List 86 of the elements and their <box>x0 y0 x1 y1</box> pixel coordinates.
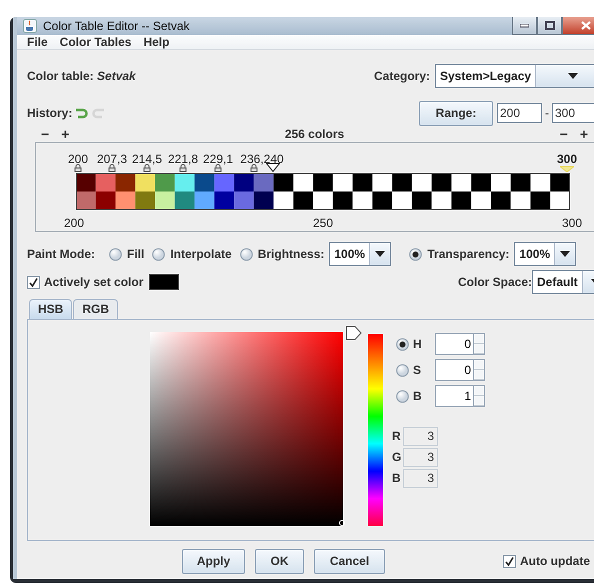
axis-label: 250 <box>312 216 334 230</box>
checkbox-label[interactable]: Auto update <box>520 554 590 568</box>
number-field[interactable]: 1 <box>435 385 473 407</box>
radio-button[interactable] <box>396 338 409 350</box>
radio-button[interactable] <box>240 248 253 260</box>
close-icon <box>581 21 591 30</box>
menu-item[interactable]: Color Tables <box>54 35 138 49</box>
lock-icon[interactable] <box>180 164 186 172</box>
dropdown-arrow-icon <box>375 251 386 257</box>
checkbox[interactable] <box>503 554 516 568</box>
readout-field: 3 <box>403 468 438 488</box>
history-label: History: <box>27 106 72 120</box>
tab[interactable]: RGB <box>73 299 118 319</box>
radio-label[interactable]: Brightness: <box>258 247 324 261</box>
lock-icon[interactable] <box>144 164 150 172</box>
menu-item[interactable]: File <box>21 35 54 49</box>
menu-item[interactable]: Help <box>137 35 176 49</box>
color-count: 256 colors <box>284 127 344 141</box>
radio-button[interactable] <box>396 364 409 376</box>
radio-label[interactable]: Transparency: <box>427 247 510 261</box>
field-label: S <box>413 363 422 377</box>
range-separator: - <box>545 106 549 120</box>
marker-label: 229,1 <box>202 152 234 166</box>
marker-label: 300 <box>556 152 578 166</box>
axis-label: 300 <box>562 216 582 230</box>
range-start-field[interactable]: 200 <box>497 103 542 123</box>
undo-icon[interactable] <box>75 108 90 118</box>
triangle-marker-icon[interactable] <box>266 163 280 172</box>
field-label: R <box>392 429 401 443</box>
category-label: Category: <box>374 69 430 83</box>
zoom-in-button[interactable]: + <box>61 126 70 142</box>
checkbox[interactable] <box>27 276 40 288</box>
dropdown[interactable]: 100% <box>329 242 392 266</box>
readout-field: 3 <box>403 448 438 466</box>
field-label: H <box>413 337 423 351</box>
marker-label: 214,5 <box>132 152 162 166</box>
tab[interactable]: HSB <box>29 299 72 319</box>
dropdown-arrow-icon <box>560 251 570 257</box>
dropdown[interactable]: 100% <box>514 242 576 266</box>
radio-button[interactable] <box>409 248 422 260</box>
maximize-button[interactable] <box>537 17 562 35</box>
axis-label: 200 <box>64 216 84 230</box>
marker-label: 207,3 <box>96 152 128 166</box>
paint-mode-label: Paint Mode: <box>27 247 95 261</box>
field-label: B <box>413 389 423 403</box>
zoom-out-button[interactable]: − <box>41 126 50 142</box>
zoom-in-button[interactable]: + <box>580 126 588 142</box>
dropdown[interactable]: Default <box>532 270 594 294</box>
maximize-icon <box>544 21 554 30</box>
lock-icon[interactable] <box>108 164 116 172</box>
radio-label[interactable]: Fill <box>127 247 144 261</box>
marker-label: 221,8 <box>168 152 198 166</box>
dialog-button[interactable]: OK <box>255 548 304 574</box>
number-field[interactable]: 0 <box>435 359 473 381</box>
color-swatch[interactable] <box>149 274 180 290</box>
marker-label: 200 <box>68 152 88 166</box>
app-icon <box>23 19 37 33</box>
number-field[interactable]: 0 <box>435 333 473 355</box>
checkbox-label[interactable]: Actively set color <box>44 275 144 289</box>
color-table-drawing[interactable] <box>76 173 570 211</box>
color-space-label: Color Space: <box>458 275 532 289</box>
dialog-button[interactable]: Cancel <box>314 548 385 574</box>
minimize-icon <box>520 24 529 28</box>
lock-icon[interactable] <box>74 164 82 172</box>
radio-button[interactable] <box>152 248 166 260</box>
radio-label[interactable]: Interpolate <box>170 247 232 261</box>
field-label: G <box>392 450 401 464</box>
dialog-button[interactable]: Apply <box>182 548 245 574</box>
marker-label: 236,240 <box>240 152 284 166</box>
readout-field: 3 <box>403 426 438 446</box>
minimize-button[interactable] <box>512 17 537 35</box>
color-cursor[interactable] <box>339 520 345 526</box>
range-button[interactable]: Range: <box>419 100 493 126</box>
lock-icon[interactable] <box>250 164 258 172</box>
end-marker-icon[interactable] <box>560 166 574 172</box>
radio-button[interactable] <box>109 248 122 260</box>
zoom-out-button[interactable]: − <box>560 126 568 142</box>
saturation-brightness-square[interactable] <box>150 332 343 526</box>
dropdown[interactable]: System>Legacy <box>435 64 594 88</box>
lock-icon[interactable] <box>214 164 222 172</box>
radio-button[interactable] <box>396 390 409 402</box>
color-table-label: Color table: Setvak <box>27 69 136 83</box>
window-title: Color Table Editor -- Setvak <box>43 19 191 33</box>
field-label: B <box>392 471 401 485</box>
range-end-field[interactable]: 300 <box>552 103 594 123</box>
dropdown-arrow-icon <box>568 73 578 79</box>
